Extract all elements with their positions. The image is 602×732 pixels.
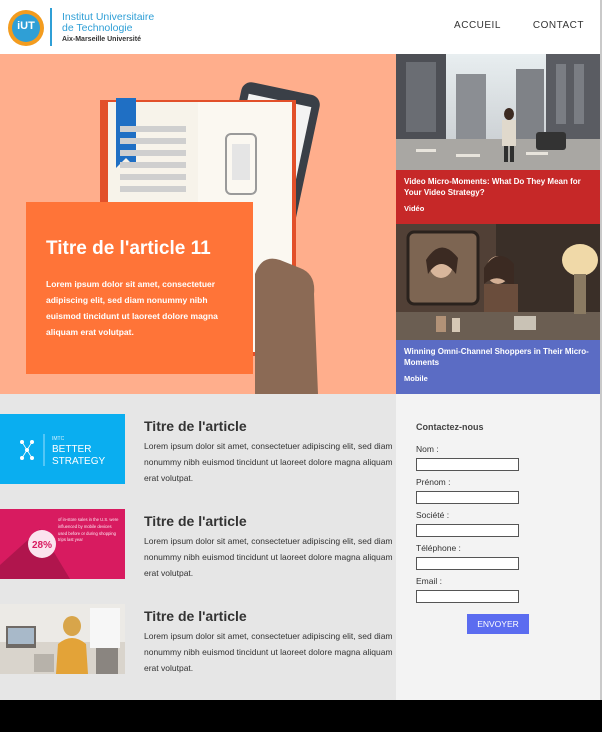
logo-divider [50,8,52,46]
article-thumbnail-strategy: IMTC BETTER STRATEGY [0,414,125,484]
article-item[interactable]: Titre de l'article Lorem ipsum dolor sit… [0,604,396,674]
logo-line-3: Aix-Marseille Université [62,36,141,43]
societe-field[interactable] [416,524,519,537]
article-title[interactable]: Titre de l'article [144,418,247,434]
societe-label: Société : [416,510,450,520]
nom-field[interactable] [416,458,519,471]
main-nav: ACCUEIL CONTACT [454,20,584,31]
side-title: Winning Omni-Channel Shoppers in Their M… [404,347,589,367]
nav-contact[interactable]: CONTACT [533,20,584,31]
logo-line-2: de Technologie [62,22,133,34]
thumb-label-small: IMTC [52,436,65,442]
logo-badge-text: iUT [17,20,35,32]
side-article-mobile[interactable]: Winning Omni-Channel Shoppers in Their M… [396,224,600,394]
article-list: IMTC BETTER STRATEGY Titre de l'article … [0,394,396,700]
street-photo [396,54,600,170]
thumb-caption: of in-store sales in the U.S. were influ… [58,517,119,543]
contact-title: Contactez-nous [416,422,484,432]
telephone-field[interactable] [416,557,519,570]
article-title[interactable]: Titre de l'article [144,513,247,529]
hero-excerpt: Lorem ipsum dolor sit amet, consectetuer… [46,279,218,337]
site-header: iUT Institut Universitaire de Technologi… [0,0,600,54]
article-item[interactable]: 28% of in-store sales in the U.S. were i… [0,509,396,579]
hero-feature[interactable]: Titre de l'article 11 Lorem ipsum dolor … [0,54,396,394]
email-label: Email : [416,576,442,586]
thumb-label-big-1: BETTER [52,444,91,455]
hero-title: Titre de l'article 11 [46,238,211,259]
telephone-label: Téléphone : [416,543,461,553]
email-field[interactable] [416,590,519,603]
article-thumbnail-photo [0,604,125,674]
nom-label: Nom : [416,444,439,454]
iut-logo[interactable]: iUT Institut Universitaire de Technologi… [8,8,168,48]
nav-accueil[interactable]: ACCUEIL [454,20,501,31]
thumb-percent: 28% [32,540,52,551]
side-title: Video Micro-Moments: What Do They Mean f… [404,177,581,197]
article-title[interactable]: Titre de l'article [144,608,247,624]
prenom-label: Prénom : [416,477,451,487]
side-caption-video: Video Micro-Moments: What Do They Mean f… [396,170,600,224]
article-thumbnail-stat: 28% of in-store sales in the U.S. were i… [0,509,125,579]
side-caption-mobile: Winning Omni-Channel Shoppers in Their M… [396,340,600,394]
article-excerpt: Lorem ipsum dolor sit amet, consectetuer… [144,631,393,673]
mirror-photo [396,224,600,340]
side-article-video[interactable]: Video Micro-Moments: What Do They Mean f… [396,54,600,224]
page-footer [0,700,602,732]
thumb-label-big-2: STRATEGY [52,456,105,467]
article-excerpt: Lorem ipsum dolor sit amet, consectetuer… [144,441,393,483]
side-category-tag: Mobile [404,374,428,383]
hero-card[interactable]: Titre de l'article 11 Lorem ipsum dolor … [26,202,253,374]
prenom-field[interactable] [416,491,519,504]
contact-form: Contactez-nous Nom : Prénom : Société : … [396,394,600,700]
article-item[interactable]: IMTC BETTER STRATEGY Titre de l'article … [0,414,396,484]
article-excerpt: Lorem ipsum dolor sit amet, consectetuer… [144,536,393,578]
side-category-tag: Vidéo [404,204,425,213]
submit-button[interactable]: ENVOYER [467,614,529,634]
